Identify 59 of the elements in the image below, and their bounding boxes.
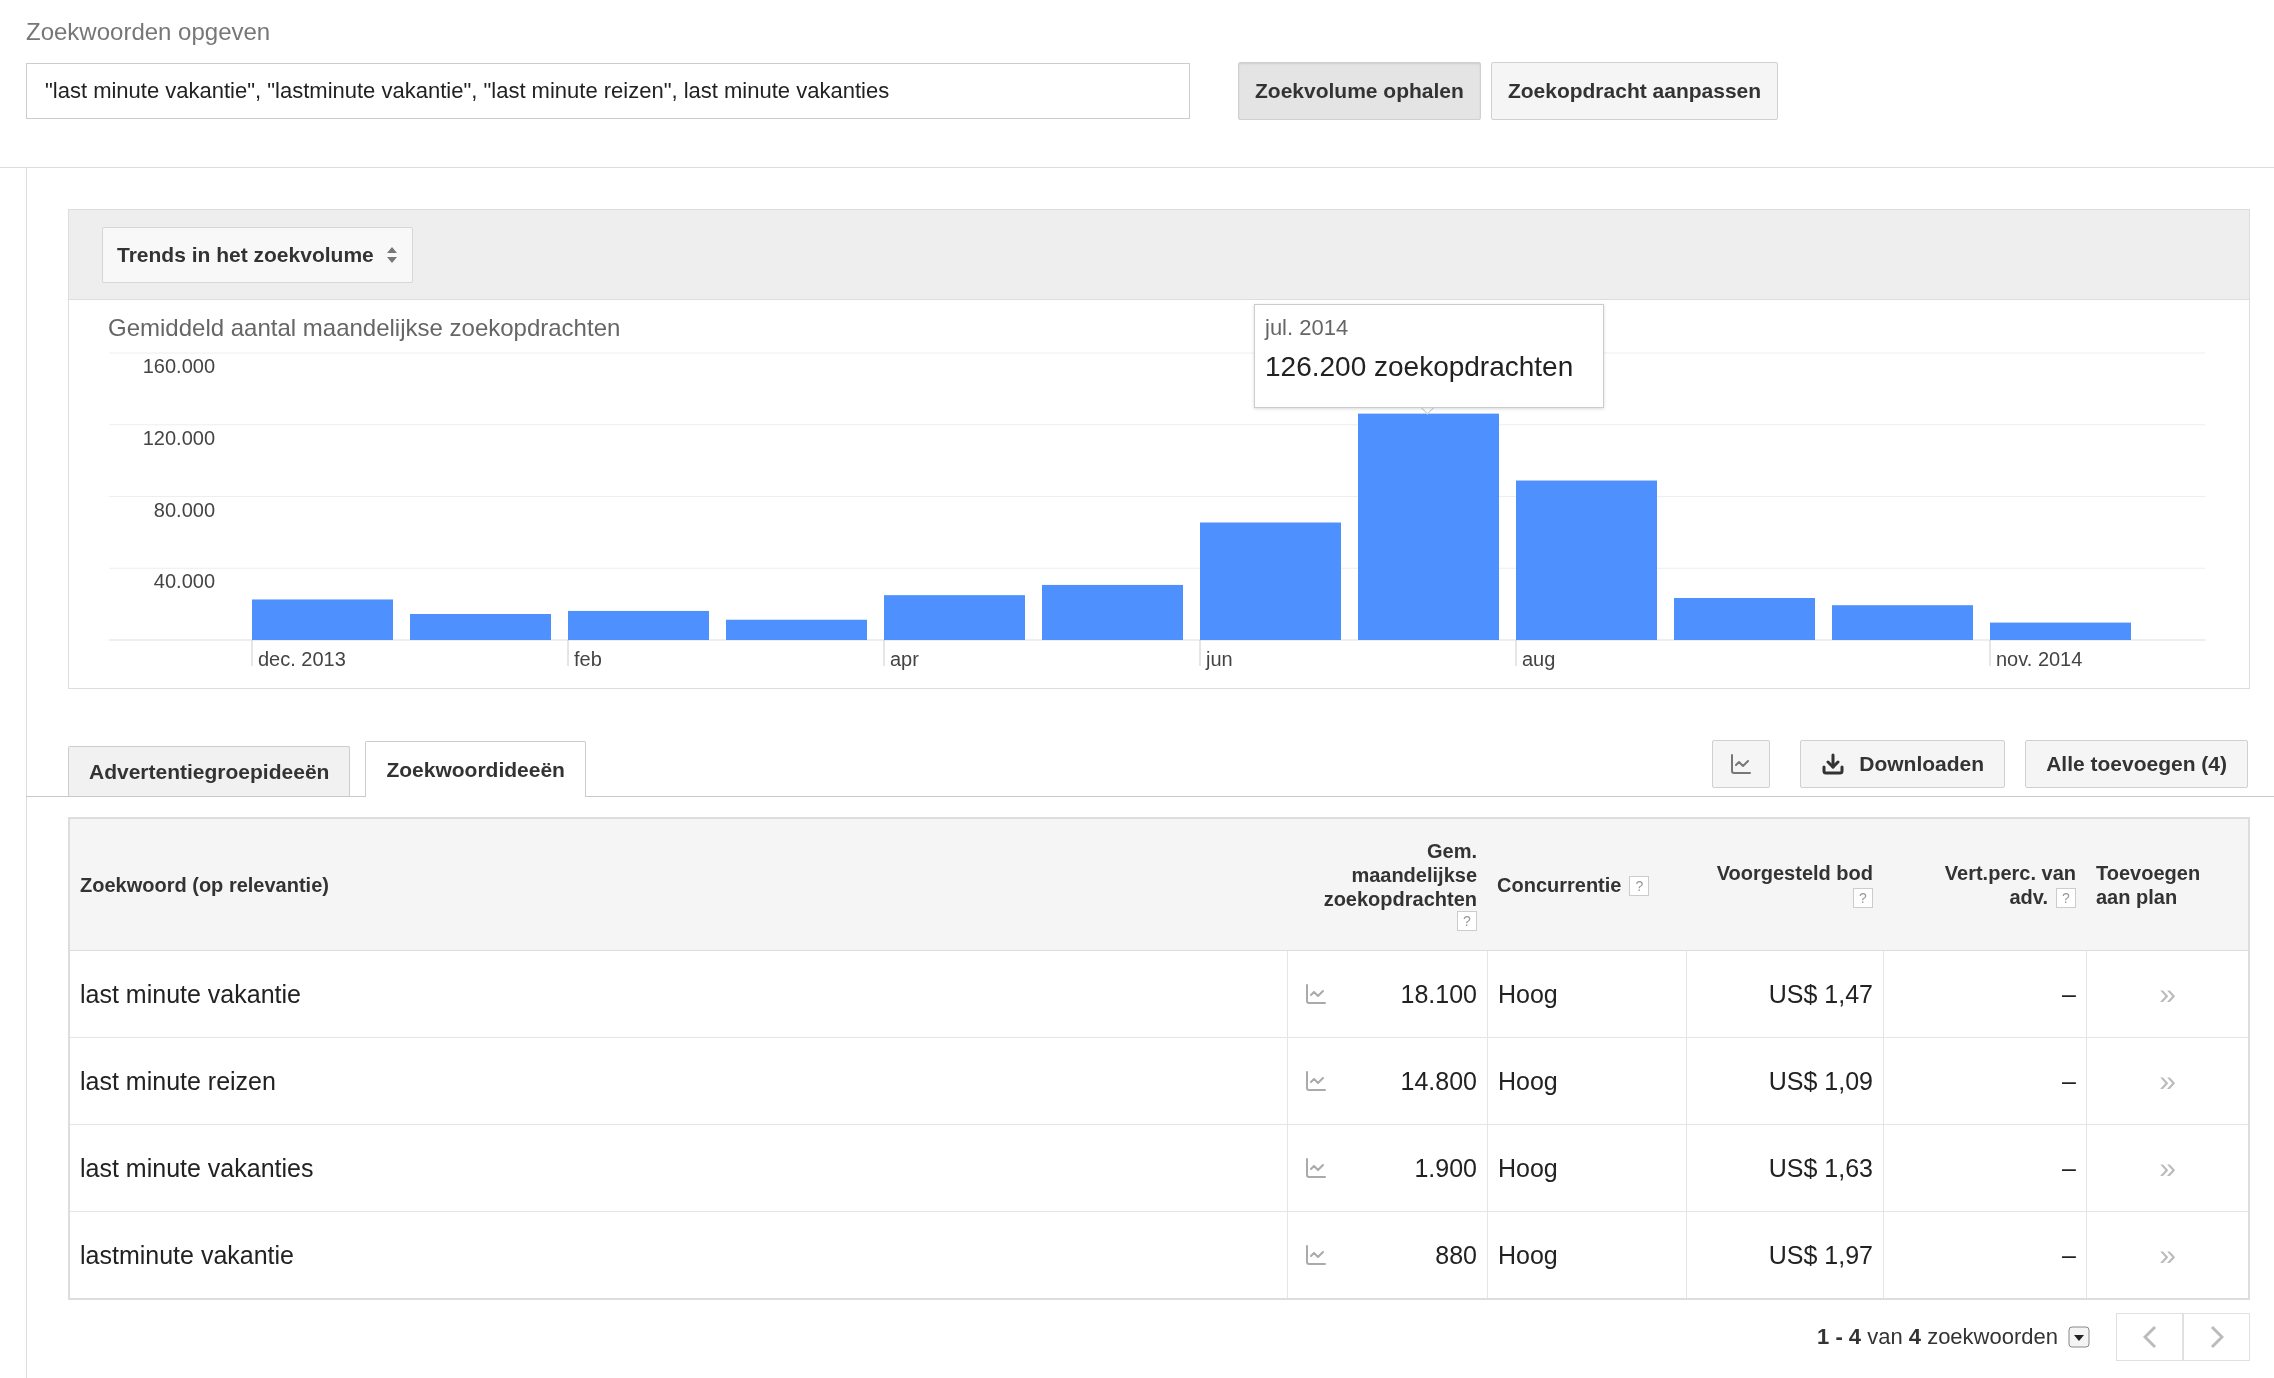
axis-label: aug [1522,648,1556,670]
next-page-button[interactable] [2183,1313,2250,1361]
share-cell: – [1883,1125,2086,1211]
pagination-summary: 1 - 4 van 4 zoekwoorden [1817,1324,2058,1350]
share-cell: – [1883,1038,2086,1124]
competition-cell: Hoog [1487,951,1686,1037]
chart-title: Gemiddeld aantal maandelijkse zoekopdrachten [108,314,621,343]
trend-icon[interactable] [1304,1243,1328,1267]
axis-label: nov. 2014 [1996,648,2083,670]
bid-cell: US$ 1,09 [1686,1038,1883,1124]
column-label: Vert.perc. van adv. ? [1943,860,2076,909]
axis-label: 120.000 [142,426,215,449]
trend-icon[interactable] [1304,1069,1328,1093]
chevron-right-icon [2209,1325,2224,1349]
column-label: Gem. maandelijkse zoekopdrachten [1322,838,1477,911]
tab[interactable]: Zoekwoordideeën [365,741,586,797]
competition-cell: Hoog [1487,1212,1686,1298]
volume-cell: 1.900 [1414,1153,1477,1183]
column-label: Toevoegen aan plan [2096,860,2202,909]
keyword-cell-text: last minute vakantie [79,978,302,1010]
axis-label: apr [890,648,919,670]
chart-selector[interactable]: Trends in het zoekvolume [102,226,413,283]
download-icon [1821,752,1846,776]
bid-cell: US$ 1,97 [1686,1212,1883,1298]
keyword-cell-text: last minute reizen [79,1065,277,1097]
axis-label: feb [574,648,602,670]
chart-toggle-button[interactable] [1712,740,1771,788]
share-cell: – [1883,951,2086,1037]
column-label: Zoekwoord (op relevantie) [80,872,329,897]
axis-label: 80.000 [153,498,215,521]
keyword-field[interactable]: "last minute vakantie", "lastminute vakantie", "last minute reizen", last minute vakanties [26,63,1190,119]
axis-label: jun [1206,648,1233,670]
dropdown-icon[interactable] [2068,1326,2090,1348]
share-cell: – [1883,1212,2086,1298]
trend-icon[interactable] [1304,982,1328,1006]
volume-cell: 18.100 [1400,979,1477,1009]
download-button[interactable]: Downloaden [1800,740,2006,788]
bid-cell: US$ 1,47 [1686,951,1883,1037]
get-volume-button[interactable]: Zoekvolume ophalen [1238,62,1481,120]
trend-icon[interactable] [1304,1156,1328,1180]
volume-cell: 14.800 [1400,1066,1477,1096]
bid-cell: US$ 1,63 [1686,1125,1883,1211]
chevron-left-icon [2142,1325,2157,1349]
line-chart-icon [1729,752,1754,776]
competition-cell: Hoog [1487,1038,1686,1124]
tab[interactable]: Advertentiegroepideeën [68,746,351,796]
axis-label: 160.000 [142,355,215,377]
competition-cell: Hoog [1487,1125,1686,1211]
add-all-button[interactable]: Alle toevoegen (4) [2025,740,2248,788]
edit-search-button[interactable]: Zoekopdracht aanpassen [1490,62,1779,120]
axis-label: dec. 2013 [258,648,346,670]
column-label: Concurrentie ? [1497,872,1650,897]
volume-cell: 880 [1435,1240,1477,1270]
keyword-cell-text: lastminute vakantie [79,1239,295,1271]
field-label: Zoekwoorden opgeven [26,18,272,47]
keyword-cell-text: last minute vakanties [79,1152,315,1184]
column-label: Voorgesteld bod ? [1715,860,1873,909]
previous-page-button[interactable] [2116,1313,2183,1361]
axis-label: 40.000 [153,570,215,593]
